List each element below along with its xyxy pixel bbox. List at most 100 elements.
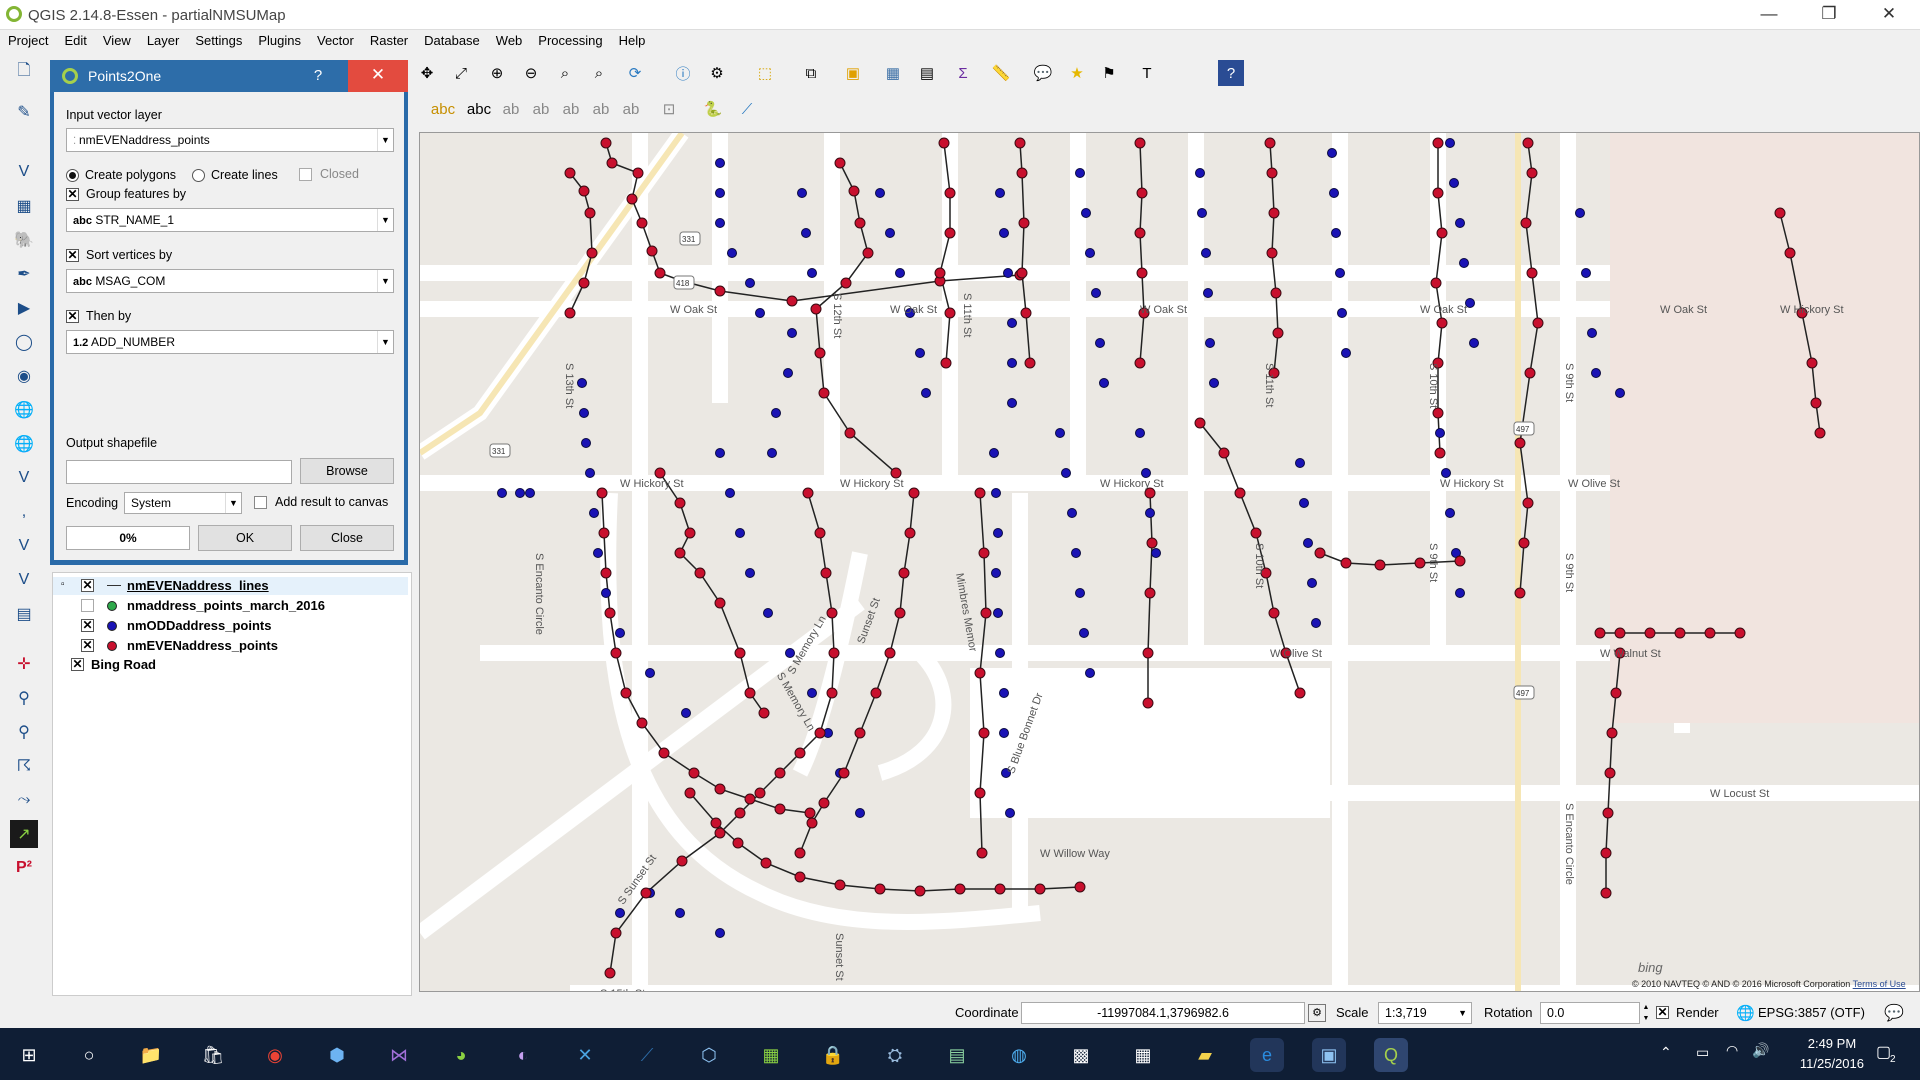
show-bookmarks-icon[interactable]: ⚑	[1096, 60, 1122, 86]
chevron-down-icon[interactable]: ▼	[377, 209, 393, 231]
dialog-help-button[interactable]: ?	[288, 60, 348, 92]
zoom-layer-icon[interactable]: ⌕	[586, 60, 612, 86]
windows-start-icon[interactable]: ⊞	[12, 1038, 46, 1072]
refresh-icon[interactable]: ⟳	[622, 60, 648, 86]
minimize-button[interactable]: —	[1746, 0, 1792, 30]
select-by-value-icon[interactable]: ⧉	[798, 60, 824, 86]
render-checkbox[interactable]: ✕	[1656, 1006, 1669, 1019]
pan-icon[interactable]: ✥	[414, 60, 440, 86]
collapse-icon[interactable]: ▫	[61, 579, 65, 590]
then-by-checkbox[interactable]: ✕	[66, 310, 79, 323]
new-memory-layer-icon[interactable]: ▤	[10, 600, 38, 628]
add-raster-layer-icon[interactable]: ▦	[10, 192, 38, 220]
road-graph-icon[interactable]: ⤳	[10, 786, 38, 814]
layer-item[interactable]: ✕ nmODDaddress_points	[53, 617, 408, 635]
topology-icon[interactable]: ⚲	[10, 718, 38, 746]
menu-project[interactable]: Project	[0, 30, 56, 48]
rotation-input[interactable]: 0.0	[1540, 1002, 1640, 1024]
menu-layer[interactable]: Layer	[139, 30, 188, 48]
map-canvas[interactable]: W Ash StW Oak StW Oak StW Oak StW Oak St…	[419, 132, 1920, 992]
then-by-field-select[interactable]: 1.2 ADD_NUMBER ▼	[66, 330, 394, 354]
coordinate-input[interactable]: -11997084.1,3796982.6	[1021, 1002, 1305, 1024]
excel-map-icon[interactable]: ▦	[754, 1038, 788, 1072]
rotation-stepper-icon[interactable]: ▲ ▼	[1640, 1002, 1652, 1024]
file-explorer-icon[interactable]: 📁	[134, 1038, 168, 1072]
visual-studio-icon[interactable]: ⋈	[382, 1038, 416, 1072]
eclipse-icon[interactable]: ◐	[506, 1038, 540, 1072]
dialog-close-x-button[interactable]: ✕	[348, 60, 408, 92]
chevron-down-icon[interactable]: ▼	[377, 270, 393, 292]
points2one-plugin-icon[interactable]: ⟋	[734, 96, 760, 122]
group-features-checkbox[interactable]: ✕	[66, 188, 79, 201]
scale-select[interactable]: 1:3,719 ▼	[1378, 1002, 1472, 1024]
rotate-label-icon[interactable]: ab	[558, 96, 584, 122]
new-shapefile-icon[interactable]: V	[10, 532, 38, 560]
menu-vector[interactable]: Vector	[309, 30, 362, 48]
add-wcs-layer-icon[interactable]: 🌐	[10, 430, 38, 458]
network-tool-icon[interactable]: ⛭	[878, 1038, 912, 1072]
wifi-icon[interactable]: ◠	[1726, 1042, 1738, 1059]
menu-database[interactable]: Database	[416, 30, 488, 48]
battery-icon[interactable]: ▭	[1696, 1044, 1709, 1061]
layer-item[interactable]: ✕ nmEVENaddress_points	[53, 637, 408, 655]
xamarin-icon[interactable]: ✕	[568, 1038, 602, 1072]
measure-icon[interactable]: 📏	[988, 60, 1014, 86]
menu-help[interactable]: Help	[611, 30, 654, 48]
digitize-icon[interactable]: ✎	[10, 98, 38, 126]
chevron-down-icon[interactable]: ▼	[1458, 1003, 1467, 1023]
arcgis-icon[interactable]: ⟋	[630, 1038, 664, 1072]
android-studio-icon[interactable]: ◕	[444, 1038, 478, 1072]
chrome-icon[interactable]: ◉	[258, 1038, 292, 1072]
arrow-plugin-icon[interactable]: ↗	[10, 820, 38, 848]
layer-visibility-checkbox[interactable]: ✕	[81, 619, 94, 632]
action-icon[interactable]: ⚙	[704, 60, 730, 86]
3d-builder-icon[interactable]: ⬢	[320, 1038, 354, 1072]
add-postgis-layer-icon[interactable]: 🐘	[10, 226, 38, 254]
rv-icon[interactable]: ☈	[10, 752, 38, 780]
zoom-out-icon[interactable]: ⊖	[518, 60, 544, 86]
add-vector-layer-icon[interactable]: V	[10, 158, 38, 186]
add-oracle-layer-icon[interactable]: ◯	[10, 328, 38, 356]
output-shapefile-input[interactable]	[66, 460, 292, 484]
browse-button[interactable]: Browse	[300, 458, 394, 484]
menu-web[interactable]: Web	[488, 30, 531, 48]
create-lines-radio[interactable]	[192, 169, 205, 182]
photos-icon[interactable]: ▣	[1312, 1038, 1346, 1072]
attribute-table-icon[interactable]: ▦	[880, 60, 906, 86]
crs-status[interactable]: EPSG:3857 (OTF)	[1758, 1005, 1865, 1020]
extents-toggle-icon[interactable]: ⚙	[1308, 1004, 1326, 1022]
store-icon[interactable]: 🛍	[196, 1038, 230, 1072]
virtualbox-icon[interactable]: ⬡	[692, 1038, 726, 1072]
layer-visibility-checkbox[interactable]: ✕	[71, 658, 84, 671]
gps-icon[interactable]: ✛	[10, 650, 38, 678]
add-mssql-layer-icon[interactable]: ▶	[10, 294, 38, 322]
pin-label-icon[interactable]: abc	[466, 96, 492, 122]
action-center-icon[interactable]: ▢	[1876, 1042, 1891, 1062]
chevron-down-icon[interactable]: ▼	[377, 129, 393, 151]
menu-plugins[interactable]: Plugins	[250, 30, 309, 48]
chevron-down-icon[interactable]: ▼	[225, 493, 241, 513]
pan-to-selection-icon[interactable]: ⤢	[448, 60, 474, 86]
label-icon[interactable]: abc	[430, 96, 456, 122]
usb-tool-icon[interactable]: 🔒	[816, 1038, 850, 1072]
georeferencer-icon[interactable]: ⚲	[10, 684, 38, 712]
qgis-taskbar-icon[interactable]: Q	[1374, 1038, 1408, 1072]
group-field-select[interactable]: abc STR_NAME_1 ▼	[66, 208, 394, 232]
show-hide-label-icon[interactable]: ab	[498, 96, 524, 122]
new-bookmark-icon[interactable]: ★	[1064, 60, 1090, 86]
statistics-icon[interactable]: Σ	[950, 60, 976, 86]
calculator-icon[interactable]: ▩	[1064, 1038, 1098, 1072]
layer-item[interactable]: ✕ Bing Road	[53, 656, 408, 674]
map-svg[interactable]: W Ash StW Oak StW Oak StW Oak StW Oak St…	[420, 133, 1920, 992]
python-console-icon[interactable]: 🐍	[700, 96, 726, 122]
p2-plugin-icon[interactable]: P²	[10, 854, 38, 882]
tray-chevron-icon[interactable]: ⌃	[1660, 1044, 1672, 1061]
move-label-icon[interactable]: ab	[528, 96, 554, 122]
sticky-notes-icon[interactable]: ▰	[1188, 1038, 1222, 1072]
zoom-in-icon[interactable]: ⊕	[484, 60, 510, 86]
add-result-checkbox[interactable]	[254, 496, 267, 509]
crs-globe-icon[interactable]: 🌐	[1736, 1004, 1755, 1022]
field-calculator-icon[interactable]: ▤	[914, 60, 940, 86]
layer-visibility-checkbox[interactable]: ✕	[81, 579, 94, 592]
csw-icon[interactable]: ⊡	[656, 96, 682, 122]
